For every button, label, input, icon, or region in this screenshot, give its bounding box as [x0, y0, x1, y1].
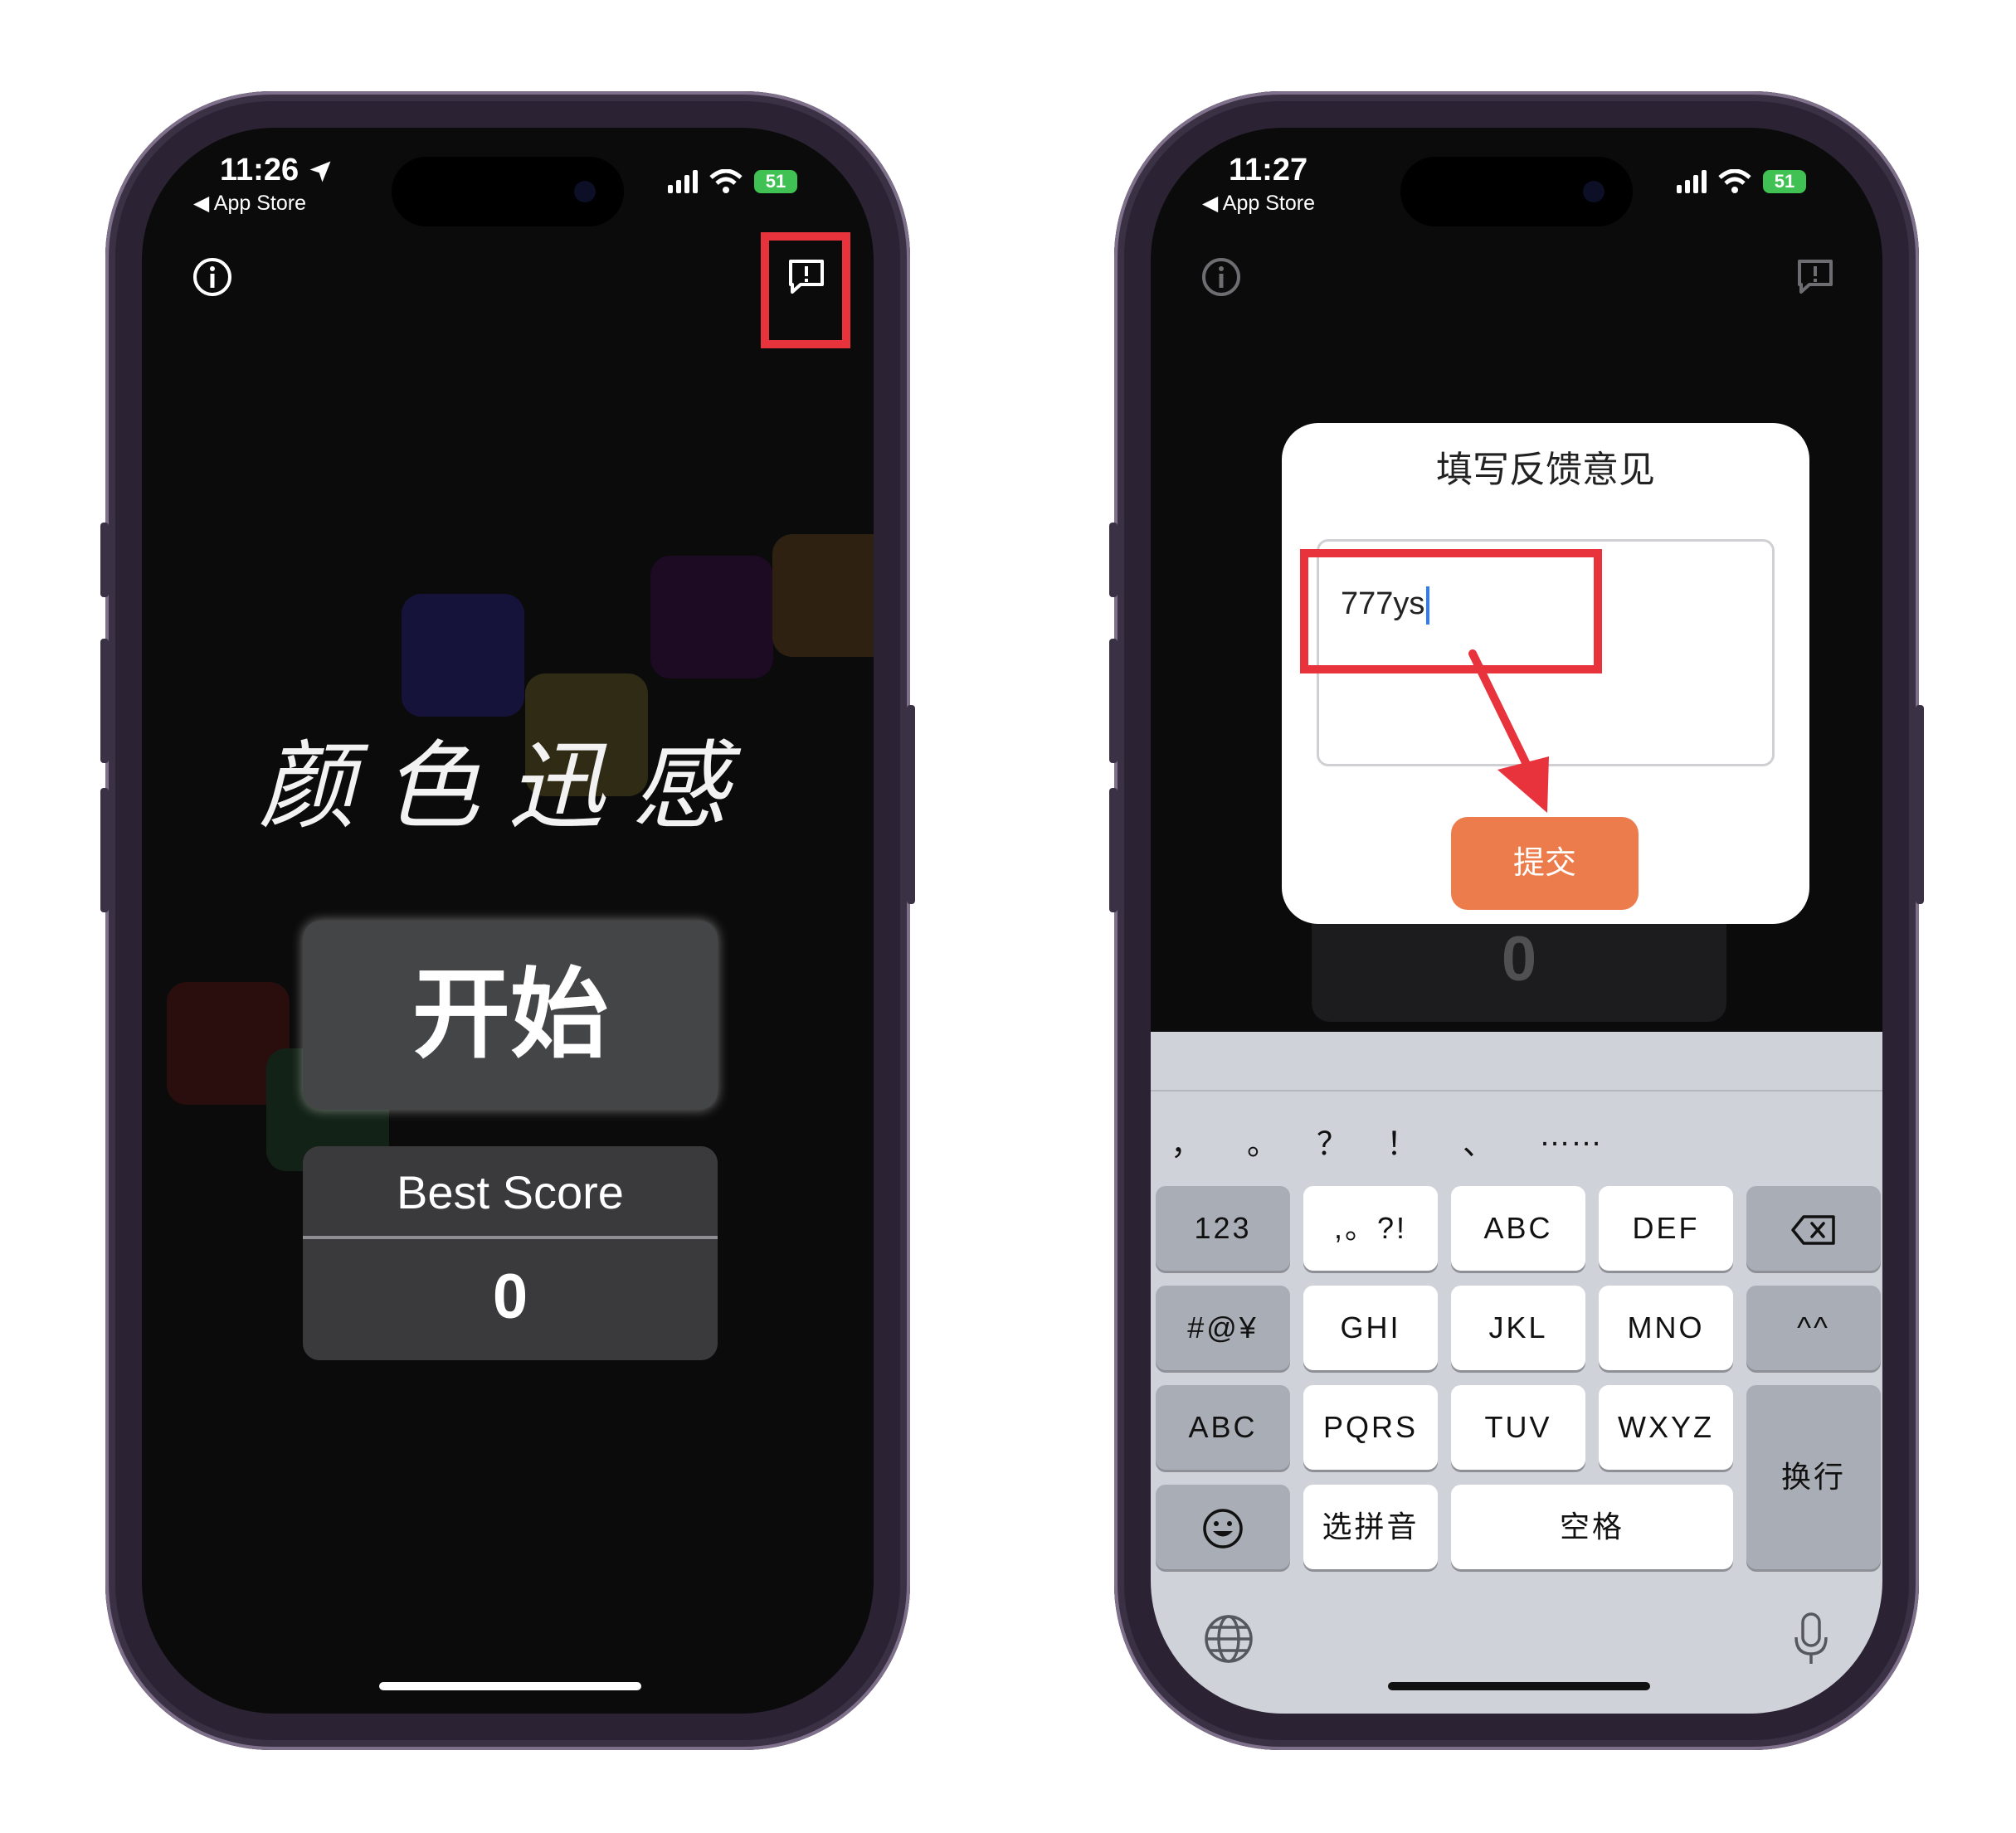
- feedback-screen: 11:27 ◀ App Store 51 0 填写反馈意见 777ys 提交 ，…: [1151, 128, 1882, 1714]
- key-emoticon[interactable]: ^^: [1746, 1286, 1881, 1370]
- battery-icon: 51: [1763, 170, 1806, 193]
- game-screen: 11:26 ◀ App Store 51 颜色迅感 开始 Best Score …: [142, 128, 874, 1714]
- key-def[interactable]: DEF: [1599, 1186, 1733, 1271]
- key-jkl[interactable]: JKL: [1451, 1286, 1585, 1370]
- volume-up-button: [100, 639, 109, 763]
- wifi-icon: [709, 169, 743, 193]
- game-title: 颜色迅感: [259, 731, 757, 843]
- phone-left: 11:26 ◀ App Store 51 颜色迅感 开始 Best Score …: [100, 91, 915, 1750]
- info-icon[interactable]: [1200, 256, 1242, 298]
- key-wxyz[interactable]: WXYZ: [1599, 1385, 1733, 1470]
- start-button[interactable]: 开始: [303, 921, 718, 1110]
- battery-icon: 51: [754, 170, 797, 193]
- candidate-key[interactable]: ？: [1317, 1118, 1348, 1164]
- key-123[interactable]: 123: [1156, 1186, 1290, 1271]
- back-to-app-store[interactable]: ◀ App Store: [1202, 191, 1315, 216]
- submit-button[interactable]: 提交: [1451, 817, 1639, 910]
- backspace-icon: [1791, 1215, 1835, 1246]
- key-punctuation[interactable]: ,。?!: [1303, 1186, 1438, 1271]
- space-key[interactable]: 空格: [1451, 1485, 1733, 1569]
- home-indicator[interactable]: [1388, 1682, 1650, 1690]
- status-icons: 51: [1677, 169, 1806, 194]
- home-indicator[interactable]: [379, 1682, 641, 1690]
- keyboard: ， 。 ？ ！ 、 …… 123 ,。?! ABC DEF #@¥ GHI JK…: [1151, 1032, 1882, 1714]
- key-tuv[interactable]: TUV: [1451, 1385, 1585, 1470]
- key-symbols[interactable]: #@¥: [1156, 1286, 1290, 1370]
- keyboard-divider: [1151, 1090, 1882, 1092]
- volume-up-button: [1109, 639, 1118, 763]
- input-highlight-box: [1300, 549, 1602, 673]
- dynamic-island: [392, 157, 624, 226]
- status-time: 11:26: [220, 153, 333, 188]
- color-tile: [650, 556, 773, 678]
- key-mno[interactable]: MNO: [1599, 1286, 1733, 1370]
- volume-down-button: [1109, 788, 1118, 912]
- candidate-key[interactable]: ……: [1539, 1118, 1602, 1154]
- key-select-pinyin[interactable]: 选拼音: [1303, 1485, 1438, 1569]
- best-score-value: 0: [492, 1262, 528, 1332]
- volume-down-button: [100, 788, 109, 912]
- candidate-key[interactable]: 、: [1463, 1118, 1494, 1164]
- candidate-key[interactable]: 。: [1247, 1118, 1278, 1164]
- return-key[interactable]: 换行: [1746, 1385, 1881, 1569]
- camera-icon: [1583, 181, 1605, 202]
- key-abc[interactable]: ABC: [1451, 1186, 1585, 1271]
- microphone-icon[interactable]: [1791, 1611, 1831, 1669]
- dialog-title: 填写反馈意见: [1436, 450, 1655, 490]
- mute-switch: [1109, 523, 1118, 597]
- color-tile: [772, 534, 874, 657]
- best-score-panel: Best Score 0: [303, 1146, 718, 1360]
- candidate-key[interactable]: ！: [1386, 1118, 1418, 1164]
- status-time: 11:27: [1229, 153, 1308, 187]
- location-arrow-icon: [309, 161, 331, 182]
- key-abc-switch[interactable]: ABC: [1156, 1385, 1290, 1470]
- delete-key[interactable]: [1746, 1186, 1881, 1271]
- power-button: [1916, 705, 1924, 904]
- camera-icon: [574, 181, 596, 202]
- info-icon[interactable]: [192, 256, 233, 298]
- dynamic-island: [1400, 157, 1633, 226]
- cellular-signal-icon: [1677, 170, 1707, 193]
- feedback-icon[interactable]: [1794, 256, 1836, 298]
- status-icons: 51: [668, 169, 797, 194]
- emoji-key[interactable]: [1156, 1485, 1290, 1569]
- mute-switch: [100, 523, 109, 597]
- key-ghi[interactable]: GHI: [1303, 1286, 1438, 1370]
- wifi-icon: [1718, 169, 1751, 193]
- phone-right: 11:27 ◀ App Store 51 0 填写反馈意见 777ys 提交 ，…: [1109, 91, 1924, 1750]
- candidate-key[interactable]: ，: [1171, 1118, 1202, 1164]
- cellular-signal-icon: [668, 170, 698, 193]
- back-to-app-store[interactable]: ◀ App Store: [193, 191, 306, 216]
- globe-icon[interactable]: [1202, 1612, 1255, 1665]
- key-pqrs[interactable]: PQRS: [1303, 1385, 1438, 1470]
- power-button: [907, 705, 915, 904]
- emoji-icon: [1203, 1509, 1243, 1549]
- feedback-dialog: 填写反馈意见 777ys 提交: [1282, 423, 1809, 924]
- color-tile: [402, 594, 524, 717]
- best-score-label: Best Score: [303, 1146, 718, 1239]
- feedback-highlight-box: [761, 232, 850, 348]
